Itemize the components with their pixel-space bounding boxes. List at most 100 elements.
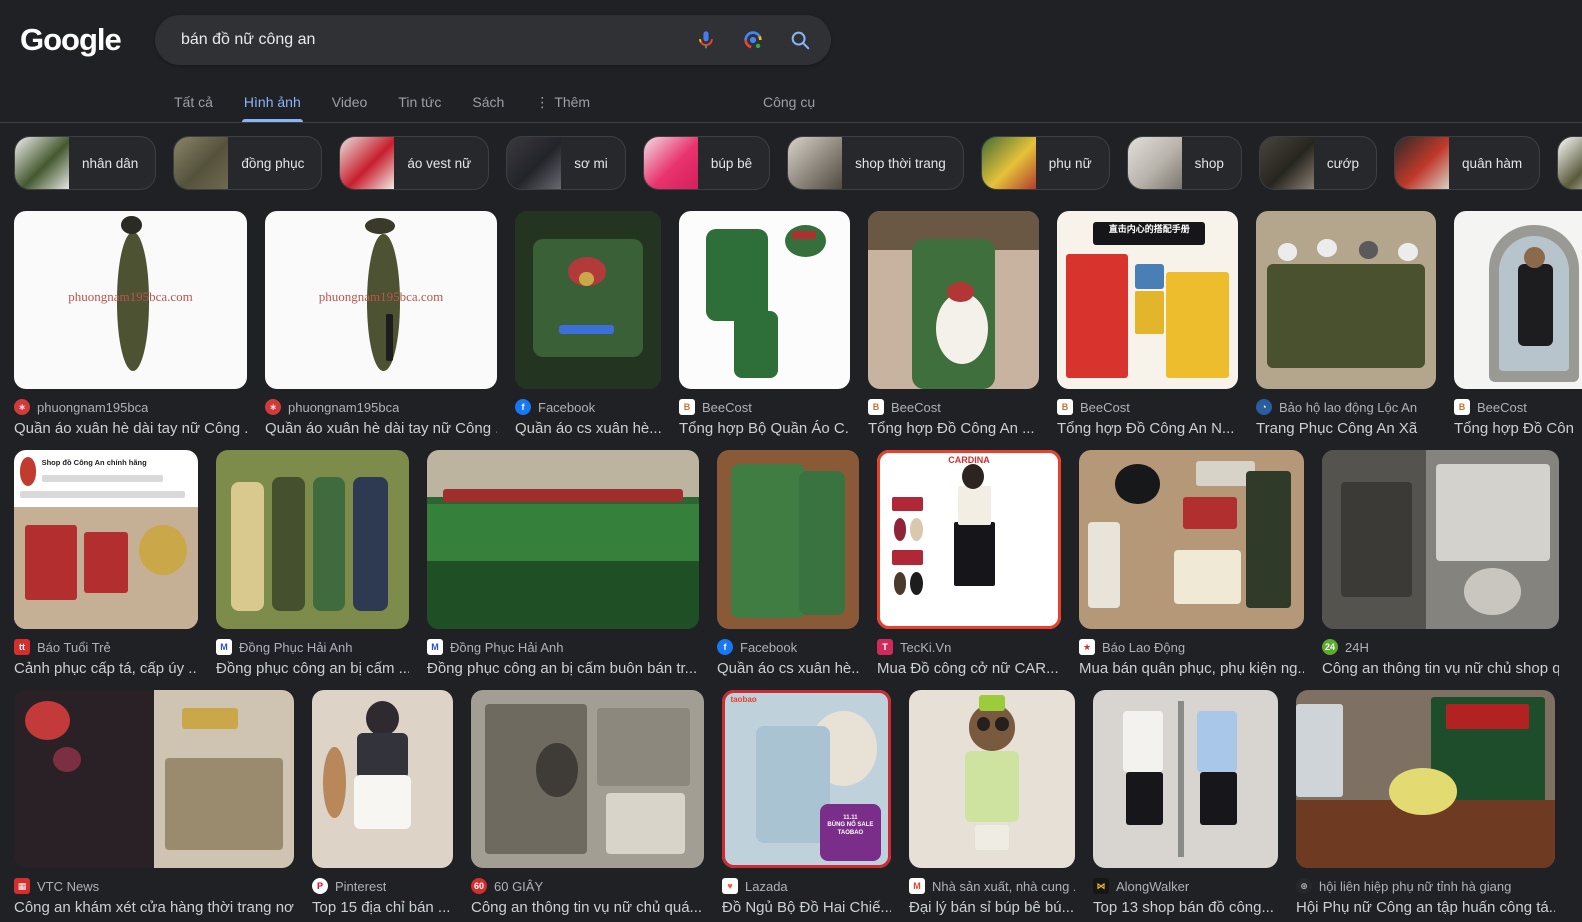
result-title[interactable]: Quần áo cs xuân hè...	[515, 420, 661, 437]
result-thumbnail[interactable]	[14, 690, 294, 868]
result-thumbnail[interactable]: CARDINA	[877, 450, 1061, 629]
result-thumbnail[interactable]	[471, 690, 704, 868]
tab-video[interactable]: Video	[330, 84, 370, 122]
chip-búp-bê[interactable]: búp bê	[643, 136, 770, 190]
result-thumbnail[interactable]: phuongnam195bca.com	[14, 211, 247, 389]
result-source[interactable]: ∗phuongnam195bca	[14, 399, 247, 415]
result-thumbnail[interactable]: Shop đồ Công An chính hãng	[14, 450, 198, 629]
chip-áo-vest-nữ[interactable]: áo vest nữ	[339, 136, 489, 190]
result-title[interactable]: Đồng phục công an bị cấm ...	[216, 660, 409, 677]
thumb-shape	[1183, 497, 1237, 529]
result-source[interactable]: ⊕hội liên hiệp phụ nữ tỉnh hà giang	[1296, 878, 1555, 894]
chip-quân-hàm[interactable]: quân hàm	[1394, 136, 1540, 190]
chip-thu-đông[interactable]: thu đông	[1557, 136, 1582, 190]
result-title[interactable]: Tổng hợp Đồ Công An N...	[1057, 420, 1238, 437]
result-thumbnail[interactable]	[312, 690, 453, 868]
result-title[interactable]: Mua bán quân phục, phụ kiện ng...	[1079, 660, 1304, 677]
search-icon[interactable]	[789, 29, 811, 51]
result-thumbnail[interactable]	[1079, 450, 1304, 629]
result-source[interactable]: 2424H	[1322, 639, 1559, 655]
chip-cướp[interactable]: cướp	[1259, 136, 1377, 190]
thumb-shape	[366, 701, 400, 737]
result-source[interactable]: 6060 GIÂY	[471, 878, 704, 894]
tab-thêm[interactable]: ⋮Thêm	[533, 84, 592, 122]
result-title[interactable]: Tổng hợp Đồ Công An ...	[868, 420, 1039, 437]
result-title[interactable]: Đại lý bán sỉ búp bê bú...	[909, 899, 1075, 916]
chip-phụ-nữ[interactable]: phụ nữ	[981, 136, 1110, 190]
result-source[interactable]: ◔Bảo hộ lao động Lộc An	[1256, 399, 1436, 415]
chip-sơ-mi[interactable]: sơ mi	[506, 136, 626, 190]
thumb-shape	[357, 733, 408, 779]
tab-label: Video	[332, 94, 368, 110]
result-source[interactable]: BBeeCost	[868, 399, 1039, 415]
chip-shop[interactable]: shop	[1127, 136, 1242, 190]
result-source[interactable]: ▦VTC News	[14, 878, 294, 894]
result-source[interactable]: fFacebook	[515, 399, 661, 415]
results-row: ▦VTC News Công an khám xét cửa hàng thời …	[14, 690, 1555, 916]
result-title[interactable]: Đồng phục công an bị cấm buôn bán tr...	[427, 660, 699, 677]
result-source[interactable]: MĐồng Phục Hải Anh	[427, 639, 699, 655]
tab-hình-ảnh[interactable]: Hình ảnh	[242, 84, 303, 122]
result-thumbnail[interactable]	[515, 211, 661, 389]
result-source[interactable]: BBeeCost	[1057, 399, 1238, 415]
thumb-overlay-text: taobao	[730, 695, 781, 705]
result-source[interactable]: ∗phuongnam195bca	[265, 399, 497, 415]
result-title[interactable]: Đồ Ngủ Bộ Đồ Hai Chiế...	[722, 899, 891, 916]
search-input[interactable]: bán đồ nữ công an	[155, 15, 831, 65]
result-thumbnail[interactable]: taobao11.11 BÙNG NỔ SALE TAOBAO	[722, 690, 891, 868]
result-title[interactable]: Tổng hợp Bộ Quần Áo C...	[679, 420, 850, 437]
tab-sách[interactable]: Sách	[470, 84, 506, 122]
result-thumbnail[interactable]	[1322, 450, 1559, 629]
result-title[interactable]: Mua Đồ công cở nữ CAR...	[877, 660, 1061, 677]
result-thumbnail[interactable]: phuongnam195bca.com	[265, 211, 497, 389]
chip-shop-thời-trang[interactable]: shop thời trang	[787, 136, 964, 190]
result-thumbnail[interactable]	[868, 211, 1039, 389]
result-source[interactable]: ★Báo Lao Động	[1079, 639, 1304, 655]
result-source[interactable]: ♥Lazada	[722, 878, 891, 894]
result-source[interactable]: PPinterest	[312, 878, 453, 894]
result-title[interactable]: Quần áo xuân hè dài tay nữ Công ...	[14, 420, 247, 437]
chip-đồng-phục[interactable]: đồng phục	[173, 136, 322, 190]
result-thumbnail[interactable]	[216, 450, 409, 629]
result-thumbnail[interactable]	[1093, 690, 1278, 868]
result-title[interactable]: Quần áo xuân hè dài tay nữ Công ...	[265, 420, 497, 437]
result-thumbnail[interactable]	[679, 211, 850, 389]
source-favicon-icon: B	[868, 399, 884, 415]
result-thumbnail[interactable]	[1296, 690, 1555, 868]
result-source[interactable]: BBeeCost	[1454, 399, 1582, 415]
result-title[interactable]: Công an thông tin vụ nữ chủ quá...	[471, 899, 704, 916]
chip-nhân-dân[interactable]: nhân dân	[14, 136, 156, 190]
result-source[interactable]: ttBáo Tuổi Trẻ	[14, 639, 198, 655]
result-source[interactable]: MNhà sản xuất, nhà cung ...	[909, 878, 1075, 894]
result-title[interactable]: Hội Phụ nữ Công an tập huấn công tá...	[1296, 899, 1555, 916]
source-favicon-icon: ▦	[14, 878, 30, 894]
result-title[interactable]: Công an thông tin vụ nữ chủ shop quầ…	[1322, 660, 1559, 677]
thumb-shape	[559, 325, 614, 334]
result-source[interactable]: fFacebook	[717, 639, 859, 655]
result-title[interactable]: Top 15 địa chỉ bán ...	[312, 899, 453, 916]
result-source[interactable]: BBeeCost	[679, 399, 850, 415]
result-title[interactable]: Công an khám xét cửa hàng thời trang nơ.…	[14, 899, 294, 916]
result-title[interactable]: Quần áo cs xuân hè...	[717, 660, 859, 677]
thumb-shape	[165, 758, 283, 851]
result-title[interactable]: Tổng hợp Đồ Côn	[1454, 420, 1582, 437]
result-thumbnail[interactable]	[1454, 211, 1582, 389]
result-thumbnail[interactable]	[909, 690, 1075, 868]
result-title[interactable]: Cảnh phục cấp tá, cấp úy ...	[14, 660, 198, 677]
google-lens-icon[interactable]	[742, 29, 764, 51]
result-thumbnail[interactable]	[717, 450, 859, 629]
result-thumbnail[interactable]	[427, 450, 699, 629]
google-logo[interactable]: Google	[20, 22, 121, 58]
result-thumbnail[interactable]: 直击内心的搭配手册	[1057, 211, 1238, 389]
result-thumbnail[interactable]	[1256, 211, 1436, 389]
result-source[interactable]: MĐồng Phục Hải Anh	[216, 639, 409, 655]
result-title[interactable]: Trang Phục Công An Xã	[1256, 420, 1436, 437]
result-title[interactable]: Top 13 shop bán đồ công...	[1093, 899, 1278, 916]
microphone-icon[interactable]	[695, 29, 717, 51]
tab-tất-cả[interactable]: Tất cả	[172, 84, 215, 122]
result-source[interactable]: ⋈AlongWalker	[1093, 878, 1278, 894]
tab-tin-tức[interactable]: Tin tức	[396, 84, 443, 122]
tools-button[interactable]: Công cụ	[763, 94, 815, 110]
source-name: phuongnam195bca	[37, 400, 148, 415]
result-source[interactable]: TTecKi.Vn	[877, 639, 1061, 655]
